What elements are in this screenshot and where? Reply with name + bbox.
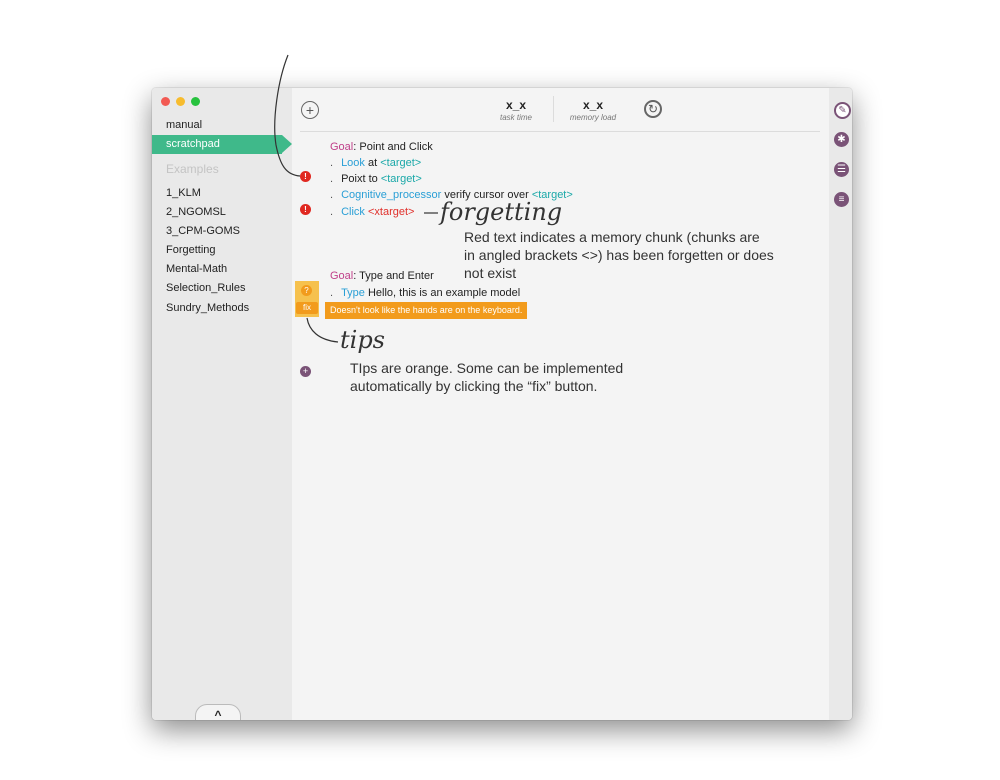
forgetting-annotation-text: Red text indicates a memory chunk (chunk… — [464, 229, 774, 281]
tips-annotation-title: tips — [340, 326, 385, 354]
tips-annotation-text: TIps are orange. Some can be implemented… — [350, 360, 624, 394]
forgetting-annotation-title: forgetting — [440, 198, 563, 226]
